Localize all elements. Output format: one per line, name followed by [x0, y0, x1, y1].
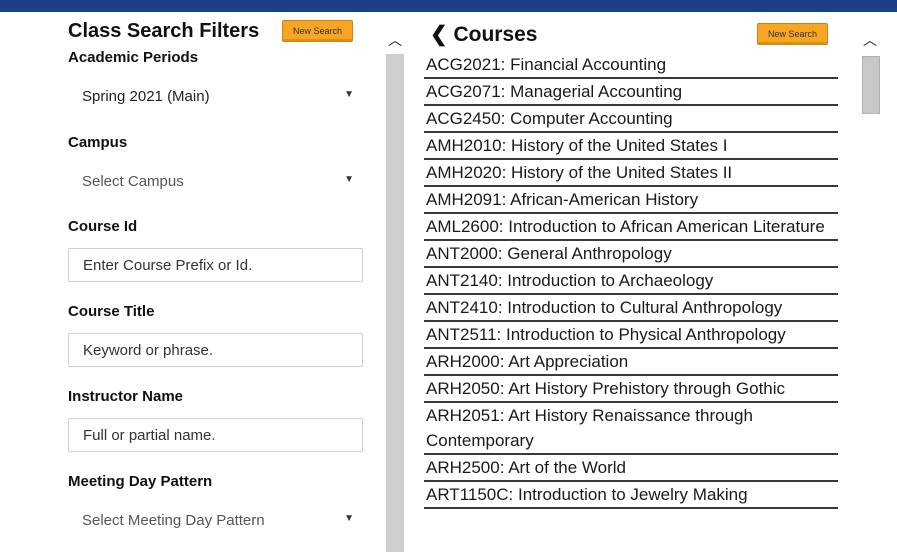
academic-periods-select[interactable]: Spring 2021 (Main) ▼ [68, 82, 358, 112]
course-id-input[interactable] [68, 248, 363, 282]
course-list-item[interactable]: ACG2021: Financial Accounting [424, 52, 838, 79]
course-list-item[interactable]: ANT2511: Introduction to Physical Anthro… [424, 322, 838, 349]
course-list-item[interactable]: ARH2050: Art History Prehistory through … [424, 376, 838, 403]
course-list-item[interactable]: ANT2000: General Anthropology [424, 241, 838, 268]
caret-down-icon: ▼ [344, 513, 354, 524]
campus-label: Campus [68, 134, 128, 151]
new-search-button-filters[interactable]: New Search [282, 20, 354, 42]
meeting-day-pattern-select[interactable]: Select Meeting Day Pattern ▼ [68, 506, 358, 536]
course-list-item[interactable]: ANT2410: Introduction to Cultural Anthro… [424, 295, 838, 322]
course-list-item[interactable]: ACG2450: Computer Accounting [424, 106, 838, 133]
courses-title: Courses [453, 23, 538, 46]
academic-periods-value: Spring 2021 (Main) [82, 88, 210, 105]
caret-down-icon: ▼ [344, 89, 354, 100]
campus-placeholder: Select Campus [82, 173, 184, 190]
course-list-item[interactable]: ARH2000: Art Appreciation [424, 349, 838, 376]
courses-scrollbar-thumb[interactable] [862, 56, 880, 114]
filters-scrollbar-track[interactable] [386, 54, 404, 552]
meeting-day-pattern-label: Meeting Day Pattern [68, 473, 213, 490]
course-list-item[interactable]: ARH2500: Art of the World [424, 455, 838, 482]
new-search-button-courses[interactable]: New Search [757, 23, 829, 45]
course-list-item[interactable]: AMH2010: History of the United States I [424, 133, 838, 160]
meeting-day-pattern-placeholder: Select Meeting Day Pattern [82, 512, 265, 529]
chevron-up-icon[interactable]: ︿ [386, 30, 404, 48]
chevron-left-icon[interactable]: ❮ [430, 23, 448, 46]
course-list-item[interactable]: AMH2020: History of the United States II [424, 160, 838, 187]
instructor-name-input[interactable] [68, 418, 363, 452]
top-bar [0, 0, 897, 12]
campus-select[interactable]: Select Campus ▼ [68, 167, 358, 197]
courses-header[interactable]: ❮ Courses [430, 22, 537, 47]
caret-down-icon: ▼ [344, 174, 354, 185]
instructor-name-label: Instructor Name [68, 388, 184, 405]
courses-list: ACG2021: Financial Accounting ACG2071: M… [424, 52, 838, 509]
course-list-item[interactable]: ART1150C: Introduction to Jewelry Making [424, 482, 838, 509]
course-list-item[interactable]: AML2600: Introduction to African America… [424, 214, 838, 241]
course-list-item[interactable]: ANT2140: Introduction to Archaeology [424, 268, 838, 295]
course-list-item[interactable]: ACG2071: Managerial Accounting [424, 79, 838, 106]
course-id-label: Course Id [68, 218, 138, 235]
course-title-label: Course Title [68, 303, 155, 320]
filters-title: Class Search Filters [68, 20, 260, 42]
course-list-item[interactable]: AMH2091: African-American History [424, 187, 838, 214]
course-list-item[interactable]: ARH2051: Art History Renaissance through… [424, 403, 838, 455]
academic-periods-label: Academic Periods [68, 49, 199, 66]
chevron-up-icon[interactable]: ︿ [860, 30, 880, 48]
course-title-input[interactable] [68, 333, 363, 367]
